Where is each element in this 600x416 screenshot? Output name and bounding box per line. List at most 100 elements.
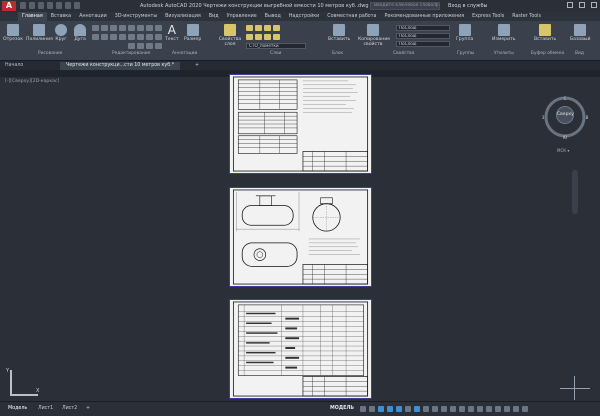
dimension-tool[interactable]: Размер xyxy=(184,24,201,42)
tab-express-tools[interactable]: Express Tools xyxy=(468,12,508,21)
insert-block-tool[interactable]: Вставить xyxy=(328,24,350,42)
quick-properties-icon[interactable] xyxy=(486,406,492,412)
panel-label-layers[interactable]: Слои xyxy=(270,51,281,56)
selection-cycling-icon[interactable] xyxy=(432,406,438,412)
status-bar: Модель Лист1 Лист2 + МОДЕЛЬ xyxy=(0,401,600,416)
annotation-visibility-icon[interactable] xyxy=(450,406,456,412)
autocad-logo-icon[interactable]: A xyxy=(2,1,16,11)
linetype-select[interactable]: ПоСлою xyxy=(396,41,450,47)
tab-raster-tools[interactable]: Raster Tools xyxy=(508,12,545,21)
layout-tab-sheet1[interactable]: Лист1 xyxy=(38,402,53,415)
transparency-icon[interactable] xyxy=(423,406,429,412)
paste-tool[interactable]: Вставить xyxy=(534,24,556,42)
undo-icon[interactable] xyxy=(65,2,71,9)
drawing-sheet-2[interactable] xyxy=(229,187,372,287)
insert-block-icon xyxy=(333,24,346,36)
open-icon[interactable] xyxy=(29,2,35,9)
panel-label-annotation[interactable]: Аннотации xyxy=(172,51,197,56)
navigation-bar[interactable] xyxy=(572,170,578,214)
new-icon[interactable] xyxy=(20,2,26,9)
units-icon[interactable] xyxy=(477,406,483,412)
layer-tools-2[interactable] xyxy=(246,34,280,40)
polar-icon[interactable] xyxy=(387,406,393,412)
circle-icon xyxy=(55,24,67,36)
modify-tools-3[interactable] xyxy=(128,43,162,49)
annotation-monitor-icon[interactable] xyxy=(468,406,474,412)
modify-tools[interactable] xyxy=(128,25,162,31)
panel-label-modify[interactable]: Редактирование xyxy=(112,51,150,56)
save-icon[interactable] xyxy=(38,2,44,9)
close-icon[interactable] xyxy=(591,2,597,8)
search-input[interactable]: Введите ключевое слово/фразу xyxy=(370,2,440,10)
maximize-icon[interactable] xyxy=(579,2,585,8)
layer-tools[interactable] xyxy=(246,25,280,31)
tab-3d-tools[interactable]: 3D-инструменты xyxy=(111,12,161,21)
tab-annotate[interactable]: Аннотации xyxy=(75,12,111,21)
tab-home[interactable]: Главная xyxy=(18,12,47,21)
measure-tool[interactable]: Измерить xyxy=(492,24,515,42)
viewport-label[interactable]: [-][Сверху][2D-каркас] xyxy=(5,79,59,84)
sheet-3-drawing xyxy=(232,301,369,397)
layout-tab-sheet2[interactable]: Лист2 xyxy=(62,402,77,415)
sign-in-link[interactable]: Вход в службы xyxy=(448,0,487,12)
minimize-icon[interactable] xyxy=(567,2,573,8)
panel-label-utilities[interactable]: Утилиты xyxy=(494,51,514,56)
customization-icon[interactable] xyxy=(522,406,528,412)
measure-tool-label: Измерить xyxy=(492,37,516,42)
panel-label-block[interactable]: Блок xyxy=(332,51,343,56)
group-tool[interactable]: Группа xyxy=(456,24,473,42)
modify-tools-2[interactable] xyxy=(128,34,162,40)
draw-extra-tools-2[interactable] xyxy=(92,34,126,40)
viewcube-top-face[interactable]: Сверху xyxy=(556,106,574,124)
lineweight-select[interactable]: ПоСлою xyxy=(396,33,450,39)
workspace-icon[interactable] xyxy=(459,406,465,412)
panel-label-draw[interactable]: Рисование xyxy=(38,51,62,56)
drawing-sheet-3[interactable] xyxy=(229,299,372,399)
tab-collaborate[interactable]: Совместная работа xyxy=(323,12,380,21)
tab-addins[interactable]: Надстройки xyxy=(285,12,323,21)
saveas-icon[interactable] xyxy=(47,2,53,9)
ortho-icon[interactable] xyxy=(378,406,384,412)
drawing-tab[interactable]: Чертежи конструкци...сти 10 метров куб.* xyxy=(60,62,181,70)
grid-icon[interactable] xyxy=(360,406,366,412)
panel-label-groups[interactable]: Группы xyxy=(457,51,474,56)
start-tab[interactable]: Начало xyxy=(2,61,26,70)
tab-manage[interactable]: Управление xyxy=(223,12,261,21)
layer-properties-tool[interactable]: Свойства слоя xyxy=(218,24,242,47)
text-tool[interactable]: A Текст xyxy=(165,24,179,42)
base-view-tool[interactable]: Базовый xyxy=(570,24,591,42)
tab-insert[interactable]: Вставка xyxy=(47,12,75,21)
draw-extra-tools[interactable] xyxy=(92,25,126,31)
isolate-objects-icon[interactable] xyxy=(495,406,501,412)
tab-view[interactable]: Вид xyxy=(205,12,223,21)
drawing-sheet-1[interactable] xyxy=(229,74,372,174)
line-tool[interactable]: Отрезок xyxy=(3,24,23,42)
plot-icon[interactable] xyxy=(56,2,62,9)
panel-label-clipboard[interactable]: Буфер обмена xyxy=(531,51,564,56)
clean-screen-icon[interactable] xyxy=(513,406,519,412)
graphics-performance-icon[interactable] xyxy=(504,406,510,412)
redo-icon[interactable] xyxy=(74,2,80,9)
layer-select[interactable]: СТО_пометки xyxy=(246,43,306,49)
annotation-scale-icon[interactable] xyxy=(441,406,447,412)
layout-tab-model[interactable]: Модель xyxy=(8,402,27,415)
snap-icon[interactable] xyxy=(369,406,375,412)
arc-tool[interactable]: Дуга xyxy=(74,24,86,42)
layer-properties-icon xyxy=(224,24,236,36)
color-select[interactable]: ПоСлою xyxy=(396,25,450,31)
new-tab-button[interactable]: + xyxy=(195,61,199,70)
tab-visualize[interactable]: Визуализация xyxy=(161,12,205,21)
lineweight-icon[interactable] xyxy=(414,406,420,412)
model-space-toggle[interactable]: МОДЕЛЬ xyxy=(330,402,354,415)
osnap-icon[interactable] xyxy=(396,406,402,412)
add-layout-button[interactable]: + xyxy=(86,402,90,415)
match-properties-tool[interactable]: Копирование свойств xyxy=(358,24,390,47)
polyline-tool[interactable]: Полилиния xyxy=(26,24,53,42)
panel-label-view[interactable]: Вид xyxy=(575,51,584,56)
ucs-dropdown[interactable]: МСК ▾ xyxy=(557,148,569,153)
tab-output[interactable]: Вывод xyxy=(261,12,285,21)
tab-featured-apps[interactable]: Рекомендованные приложения xyxy=(380,12,468,21)
panel-label-properties[interactable]: Свойства xyxy=(393,51,414,56)
circle-tool[interactable]: Круг xyxy=(55,24,67,42)
otrack-icon[interactable] xyxy=(405,406,411,412)
